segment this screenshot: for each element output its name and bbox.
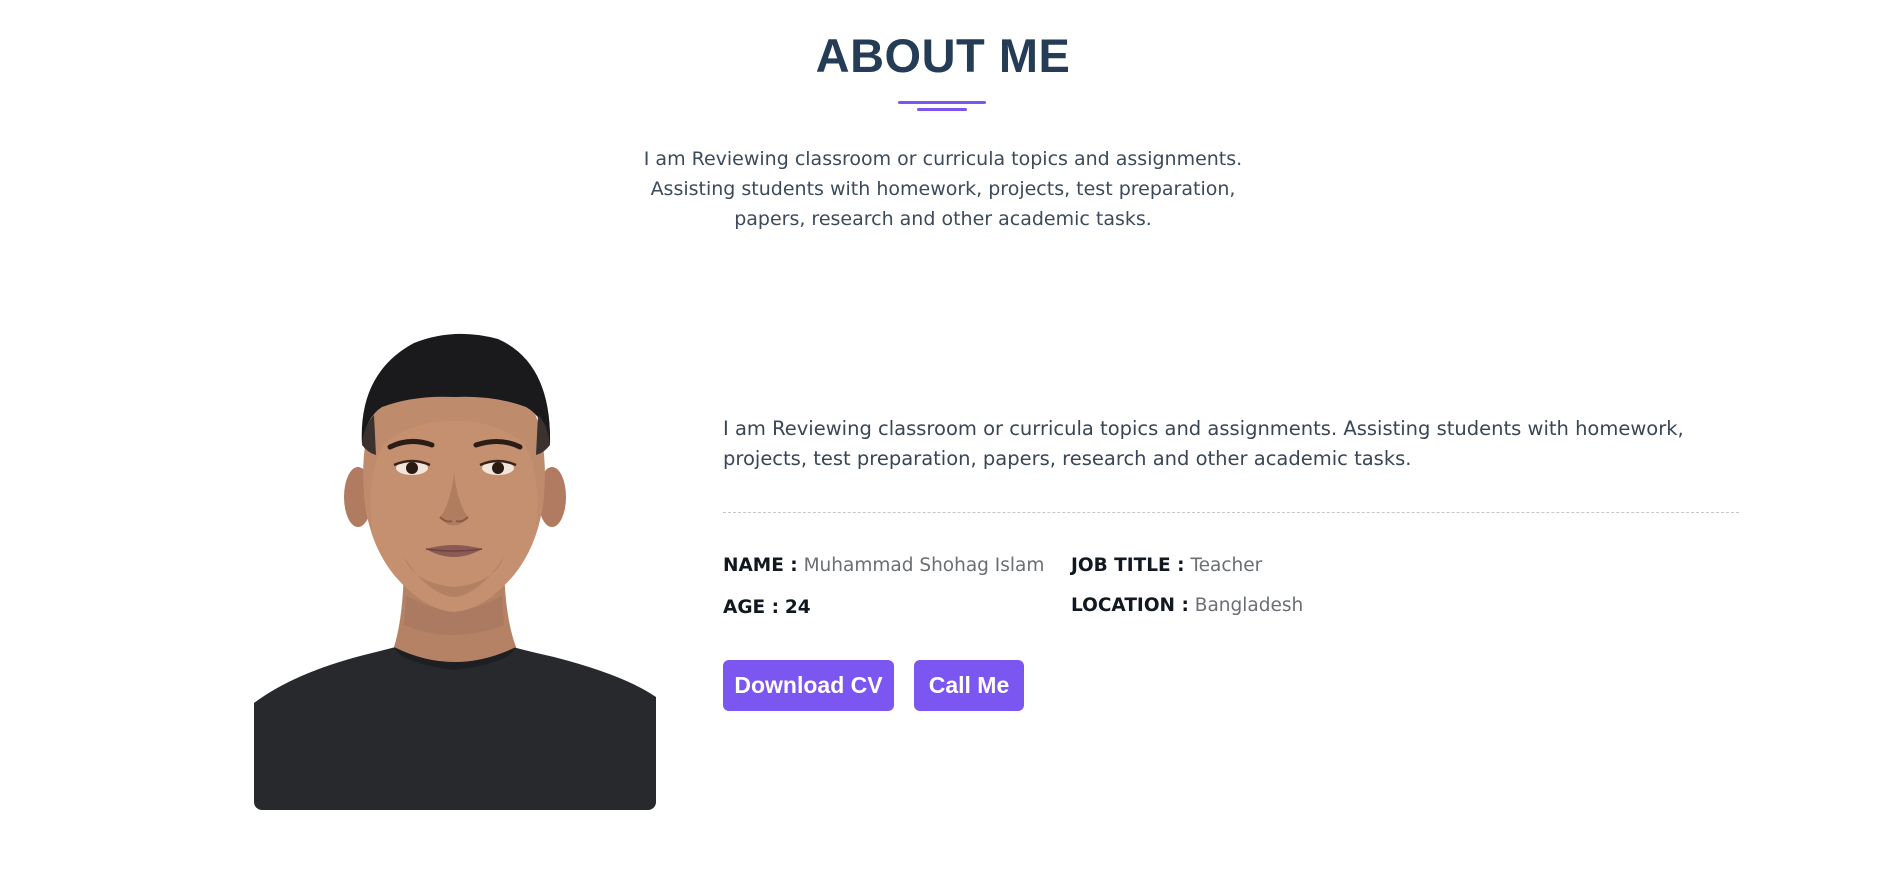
info-location-value: Bangladesh — [1194, 595, 1304, 616]
dashed-divider — [723, 512, 1739, 513]
info-name-label: NAME : — [723, 555, 798, 576]
info-job-title-label: JOB TITLE : — [1071, 555, 1185, 576]
info-age: AGE : 24 — [723, 595, 811, 621]
info-age-label: AGE : — [723, 597, 779, 618]
profile-photo — [254, 325, 656, 810]
underline-long — [898, 101, 986, 104]
intro-text: I am Reviewing classroom or curricula to… — [643, 148, 1243, 230]
info-job-title: JOB TITLE : Teacher — [1071, 553, 1262, 579]
info-name-value: Muhammad Shohag Islam — [803, 555, 1045, 576]
info-age-value: 24 — [784, 597, 811, 618]
info-location-label: LOCATION : — [1071, 595, 1189, 616]
bio-text: I am Reviewing classroom or curricula to… — [723, 417, 1684, 470]
about-section: ABOUT ME I am Reviewing classroom or cur… — [0, 0, 1886, 884]
title-underline — [0, 101, 1886, 113]
section-title: ABOUT ME — [815, 29, 1071, 82]
underline-short — [917, 108, 967, 111]
info-location: LOCATION : Bangladesh — [1071, 593, 1303, 619]
info-job-title-value: Teacher — [1190, 555, 1263, 576]
info-name: NAME : Muhammad Shohag Islam — [723, 553, 1044, 579]
download-cv-button[interactable]: Download CV — [723, 660, 894, 711]
call-me-button[interactable]: Call Me — [914, 660, 1024, 711]
